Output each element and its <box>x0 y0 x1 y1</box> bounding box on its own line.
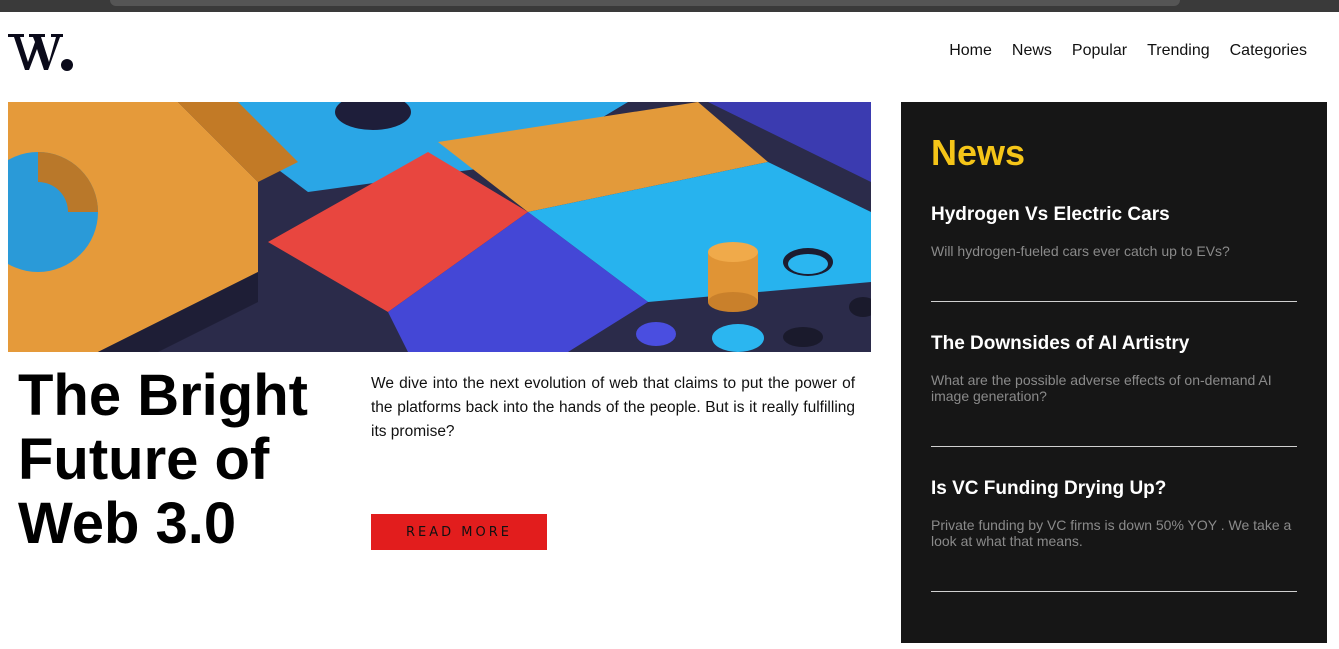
news-item-summary: What are the possible adverse effects of… <box>931 372 1272 404</box>
nav-trending[interactable]: Trending <box>1147 42 1210 60</box>
browser-top-bar <box>0 0 1339 12</box>
news-divider <box>931 301 1297 302</box>
hero-description: We dive into the next evolution of web t… <box>371 375 855 440</box>
nav-home[interactable]: Home <box>949 42 992 60</box>
hero-image <box>8 102 871 352</box>
news-item-title[interactable]: Is VC Funding Drying Up? <box>931 478 1297 500</box>
main-nav: Home News Popular Trending Categories <box>949 42 1307 60</box>
news-item-title[interactable]: The Downsides of AI Artistry <box>931 333 1297 355</box>
nav-news[interactable]: News <box>1012 42 1052 60</box>
news-divider <box>931 591 1297 592</box>
site-logo[interactable] <box>8 24 78 76</box>
logo-mark-icon <box>8 34 73 71</box>
news-item-summary: Private funding by VC firms is down 50% … <box>931 517 1292 549</box>
news-item-hydrogen[interactable]: Hydrogen Vs Electric Cars Will hydrogen-… <box>931 204 1297 259</box>
news-item-vc-funding[interactable]: Is VC Funding Drying Up? Private funding… <box>931 478 1297 549</box>
hero-title: The Bright Future of Web 3.0 <box>18 363 308 556</box>
news-item-title[interactable]: Hydrogen Vs Electric Cars <box>931 204 1297 226</box>
read-more-button[interactable]: READ MORE <box>371 514 547 550</box>
news-divider <box>931 446 1297 447</box>
news-item-summary: Will hydrogen-fueled cars ever catch up … <box>931 243 1230 259</box>
sidebar-heading: News <box>931 132 1026 173</box>
news-item-ai-artistry[interactable]: The Downsides of AI Artistry What are th… <box>931 333 1297 404</box>
address-bar <box>110 0 1180 6</box>
news-sidebar: News Hydrogen Vs Electric Cars Will hydr… <box>901 102 1327 643</box>
nav-categories[interactable]: Categories <box>1230 42 1307 60</box>
nav-popular[interactable]: Popular <box>1072 42 1127 60</box>
